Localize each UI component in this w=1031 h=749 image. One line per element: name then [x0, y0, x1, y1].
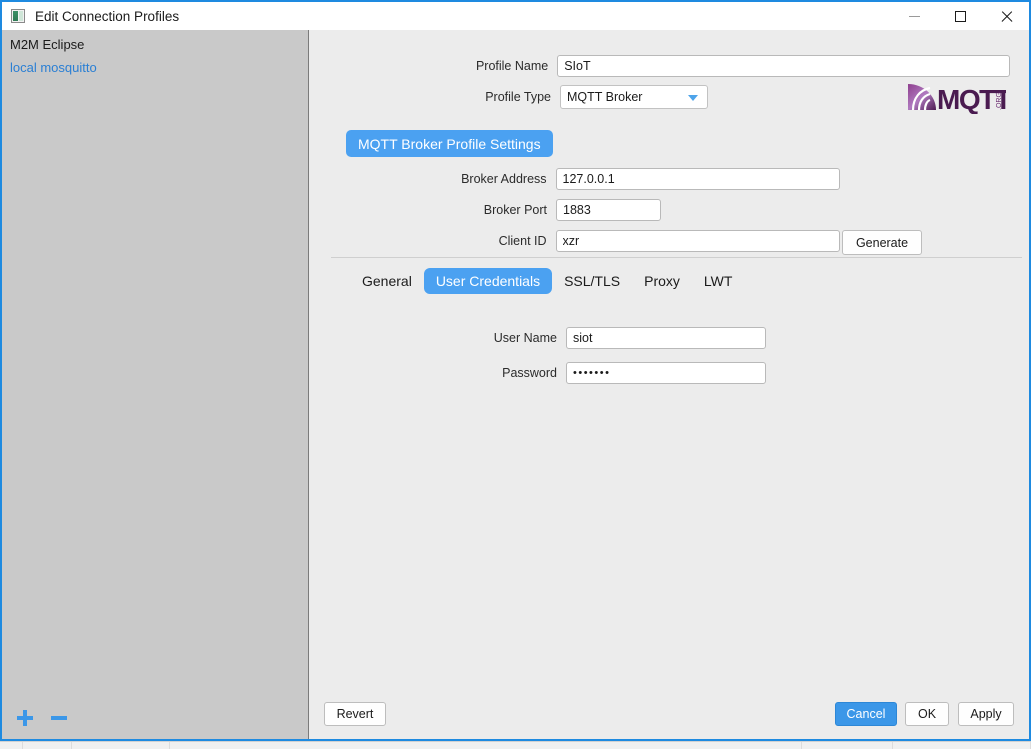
user-name-input[interactable] — [566, 327, 766, 349]
chevron-down-icon — [688, 95, 698, 101]
section-divider — [331, 257, 1022, 258]
password-label: Password — [502, 366, 557, 380]
close-button[interactable] — [983, 2, 1029, 30]
maximize-icon — [954, 10, 966, 22]
profile-type-label: Profile Type — [485, 90, 551, 104]
section-heading-mqtt-broker-profile-settings[interactable]: MQTT Broker Profile Settings — [346, 130, 553, 157]
window-title: Edit Connection Profiles — [35, 8, 180, 24]
profiles-sidebar: M2M Eclipse local mosquitto — [2, 30, 309, 739]
client-id-label: Client ID — [498, 234, 547, 248]
broker-port-row: Broker Port — [310, 199, 710, 221]
cancel-button[interactable]: Cancel — [835, 702, 897, 726]
dialog-button-bar: Revert Cancel OK Apply — [310, 691, 1029, 739]
user-name-label: User Name — [493, 331, 557, 345]
svg-text:.ORG: .ORG — [996, 92, 1003, 110]
title-bar: Edit Connection Profiles — [2, 2, 1029, 30]
sidebar-actions — [16, 709, 68, 727]
tab-general[interactable]: General — [350, 268, 424, 294]
profile-name-row: Profile Name — [310, 55, 1010, 77]
mqtt-org-logo: MQTT .ORG — [906, 80, 1013, 115]
profile-editor-pane: Profile Name Profile Type MQTT Broker — [310, 30, 1029, 739]
screen: Edit Connection Profiles M2M Eclipse loc… — [0, 0, 1031, 749]
sidebar-item-local-mosquitto[interactable]: local mosquitto — [2, 56, 308, 79]
app-window-icon — [11, 9, 25, 23]
broker-address-input[interactable] — [555, 168, 840, 190]
maximize-button[interactable] — [937, 2, 983, 30]
profile-type-select[interactable]: MQTT Broker — [560, 85, 708, 109]
credentials-tabstrip: General User Credentials SSL/TLS Proxy L… — [350, 268, 744, 294]
profile-name-input[interactable] — [557, 55, 1010, 77]
profile-name-label: Profile Name — [475, 59, 549, 73]
client-id-row: Client ID — [310, 230, 840, 252]
edit-connection-profiles-window: Edit Connection Profiles M2M Eclipse loc… — [0, 0, 1031, 741]
profile-type-row: Profile Type MQTT Broker — [310, 85, 720, 109]
apply-button[interactable]: Apply — [958, 702, 1014, 726]
password-row: Password — [310, 362, 770, 384]
revert-button[interactable]: Revert — [324, 702, 386, 726]
os-taskbar — [0, 741, 1031, 749]
broker-port-label: Broker Port — [483, 203, 547, 217]
tab-user-credentials[interactable]: User Credentials — [423, 268, 553, 294]
sidebar-item-m2m-eclipse[interactable]: M2M Eclipse — [2, 33, 308, 56]
profile-type-value: MQTT Broker — [567, 90, 643, 104]
plus-icon[interactable] — [16, 709, 34, 727]
window-controls — [891, 2, 1029, 30]
broker-address-row: Broker Address — [310, 168, 840, 190]
tab-proxy[interactable]: Proxy — [632, 268, 692, 294]
profile-list: M2M Eclipse local mosquitto — [2, 33, 308, 79]
tab-ssl-tls[interactable]: SSL/TLS — [552, 268, 632, 294]
broker-port-input[interactable] — [556, 199, 661, 221]
user-name-row: User Name — [310, 327, 770, 349]
close-icon — [1000, 10, 1013, 23]
ok-button[interactable]: OK — [905, 702, 949, 726]
password-input[interactable] — [566, 362, 766, 384]
minimize-button[interactable] — [891, 2, 937, 30]
generate-client-id-button[interactable]: Generate — [842, 230, 922, 255]
minimize-icon — [908, 15, 920, 17]
tab-lwt[interactable]: LWT — [692, 268, 745, 294]
minus-icon[interactable] — [50, 709, 68, 727]
client-id-input[interactable] — [555, 230, 840, 252]
broker-address-label: Broker Address — [461, 172, 547, 186]
